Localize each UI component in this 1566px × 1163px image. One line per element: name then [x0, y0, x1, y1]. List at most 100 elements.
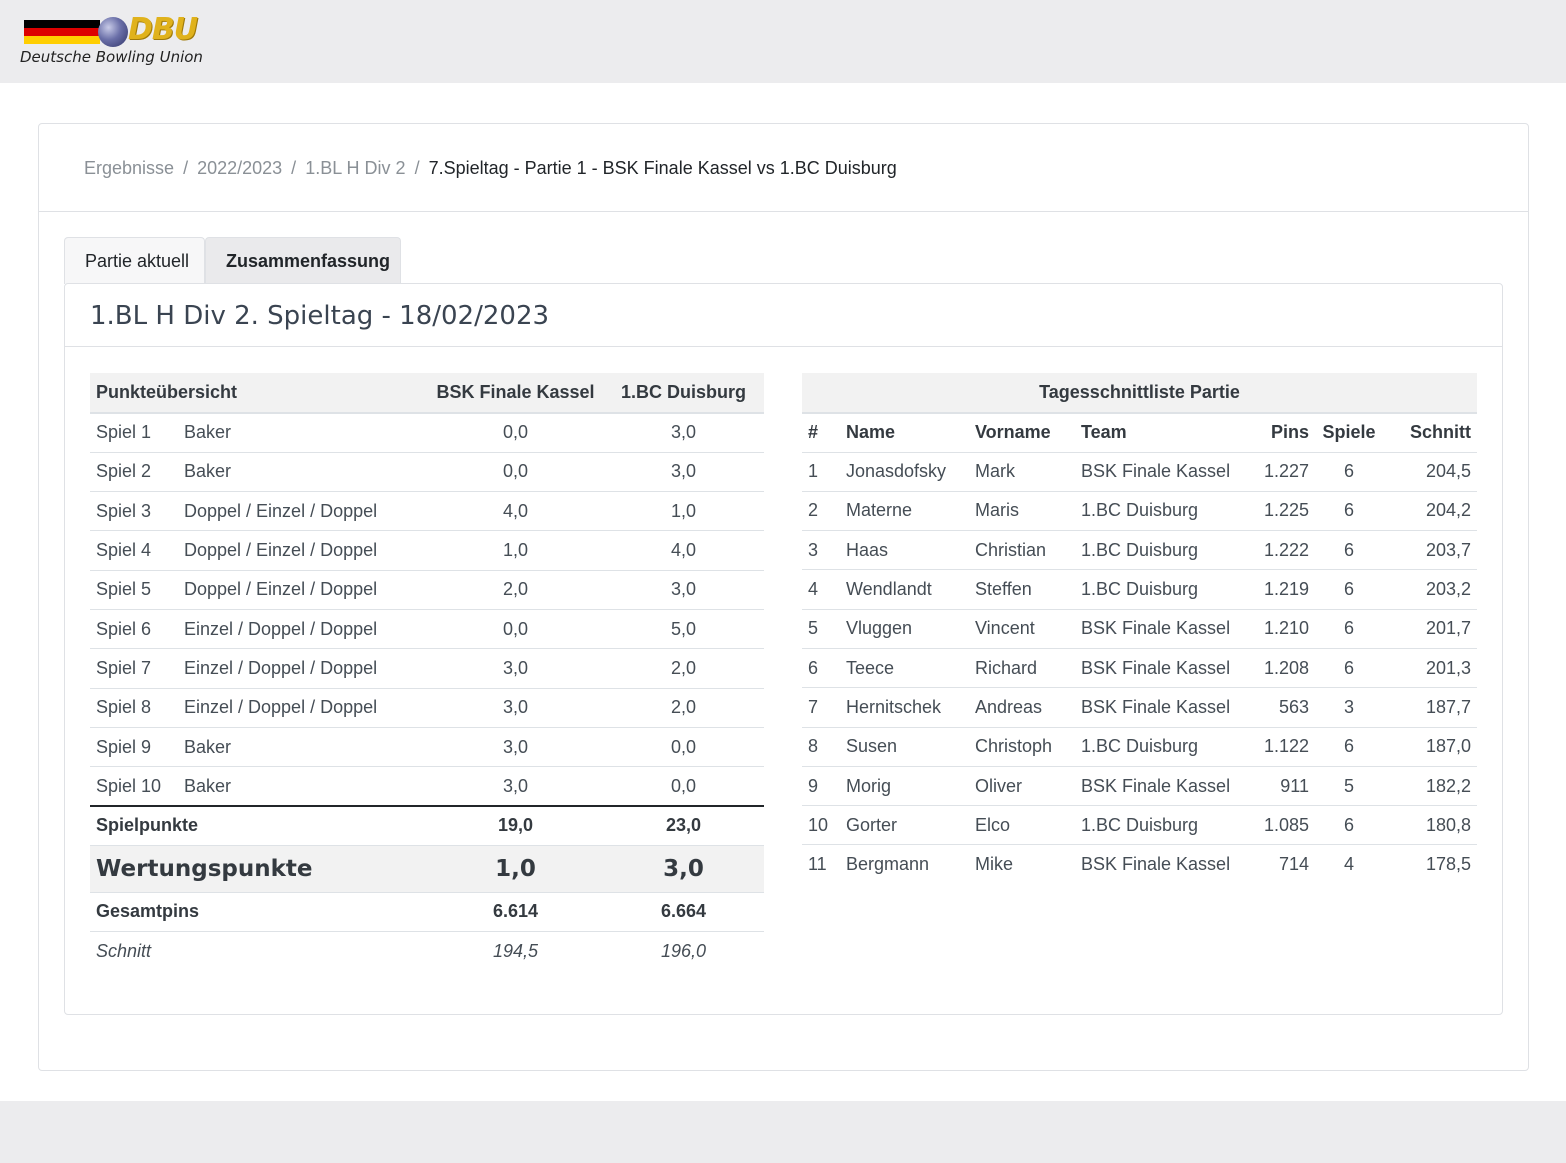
flag-stripe-black	[24, 20, 100, 28]
team1-points-cell: 0,0	[428, 608, 603, 649]
format-cell: Baker	[178, 726, 428, 767]
flag-stripe-gold	[24, 36, 100, 44]
game-cell: Spiel 5	[90, 569, 178, 610]
breadcrumb-ergebnisse[interactable]: Ergebnisse	[84, 158, 174, 178]
breadcrumb-separator: /	[291, 158, 297, 178]
player-row: 10 Gorter Elco 1.BC Duisburg 1.085 6 180,8	[802, 805, 1477, 845]
dbu-logo[interactable]: DBU Deutsche Bowling Union	[20, 12, 220, 70]
game-cell: Spiel 3	[90, 491, 178, 531]
breadcrumb-league[interactable]: 1.BL H Div 2	[305, 158, 405, 178]
average-cell: 182,2	[1383, 765, 1477, 806]
name-cell: Materne	[840, 490, 969, 531]
rank-cell: 9	[802, 765, 840, 806]
rank-cell: 10	[802, 805, 840, 845]
firstname-cell: Elco	[969, 805, 1075, 845]
averages-caption-row: Tagesschnittliste Partie	[802, 373, 1477, 414]
team2-points-cell: 4,0	[603, 530, 764, 571]
average-cell: 201,7	[1383, 608, 1477, 649]
team1-points-cell: 3,0	[428, 766, 603, 806]
wertungspunkte-team2: 3,0	[603, 844, 764, 893]
points-row: Spiel 4 Doppel / Einzel / Doppel 1,0 4,0	[90, 530, 764, 571]
schnitt-team2: 196,0	[603, 931, 764, 971]
schnitt-team1: 194,5	[428, 931, 603, 971]
average-cell: 187,7	[1383, 687, 1477, 728]
team1-points-cell: 2,0	[428, 569, 603, 610]
format-cell: Doppel / Einzel / Doppel	[178, 569, 428, 610]
firstname-cell: Christoph	[969, 726, 1075, 767]
game-cell: Spiel 6	[90, 608, 178, 649]
rank-cell: 11	[802, 844, 840, 885]
firstname-cell: Christian	[969, 530, 1075, 570]
average-cell: 204,2	[1383, 490, 1477, 531]
team2-points-cell: 0,0	[603, 726, 764, 767]
gesamtpins-row: Gesamtpins 6.614 6.664	[90, 891, 764, 932]
pins-cell: 714	[1247, 844, 1315, 885]
points-row: Spiel 6 Einzel / Doppel / Doppel 0,0 5,0	[90, 608, 764, 649]
format-cell: Baker	[184, 422, 232, 443]
results-card: Ergebnisse / 2022/2023 / 1.BL H Div 2 / 7.Spie…	[38, 123, 1529, 1071]
points-header-row: Punkteübersicht BSK Finale Kassel 1.BC D…	[90, 373, 764, 414]
breadcrumb-separator: /	[414, 158, 420, 178]
game-cell: Spiel 2	[90, 451, 178, 492]
panel-title: 1.BL H Div 2. Spieltag - 18/02/2023	[65, 284, 1502, 347]
wertungspunkte-label: Wertungspunkte	[90, 844, 428, 893]
name-cell: Gorter	[840, 805, 969, 845]
firstname-cell: Vincent	[969, 608, 1075, 649]
team-cell: 1.BC Duisburg	[1075, 726, 1247, 767]
firstname-cell: Richard	[969, 647, 1075, 688]
team2-points-cell: 5,0	[603, 608, 764, 649]
team1-points-cell: 3,0	[428, 687, 603, 728]
rank-cell: 2	[802, 490, 840, 531]
games-cell: 6	[1315, 647, 1383, 688]
pins-cell: 1.219	[1247, 569, 1315, 610]
team2-points-cell: 2,0	[603, 648, 764, 689]
team1-points-cell: 1,0	[428, 530, 603, 571]
firstname-cell: Oliver	[969, 765, 1075, 806]
game-cell: Spiel 4	[90, 530, 178, 571]
team2-points-cell: 0,0	[603, 766, 764, 806]
spielpunkte-team1: 19,0	[428, 804, 603, 846]
tab-partie-aktuell[interactable]: Partie aktuell	[64, 237, 205, 284]
game-cell: Spiel 8	[90, 687, 178, 728]
breadcrumb-season[interactable]: 2022/2023	[197, 158, 282, 178]
team2-points-cell: 2,0	[603, 687, 764, 728]
team-cell: BSK Finale Kassel	[1075, 765, 1247, 806]
name-cell: Hernitschek	[840, 687, 969, 728]
team1-points-cell: 0,0	[502, 422, 529, 443]
pins-cell: 563	[1247, 687, 1315, 728]
firstname-cell: Steffen	[969, 569, 1075, 610]
tab-zusammenfassung[interactable]: Zusammenfassung	[205, 237, 401, 284]
average-cell: 187,0	[1383, 726, 1477, 767]
average-cell: 178,5	[1383, 844, 1477, 885]
player-row: 7 Hernitschek Andreas BSK Finale Kassel 563 3…	[802, 687, 1477, 728]
firstname-cell: Mark	[969, 451, 1075, 492]
firstname-cell: Andreas	[969, 687, 1075, 728]
game-cell: Spiel 1	[96, 422, 152, 443]
pins-cell: 1.085	[1247, 805, 1315, 845]
points-row: Spiel 10 Baker 3,0 0,0	[90, 766, 764, 806]
average-cell: 204,5	[1383, 451, 1477, 492]
rank-header: #	[808, 422, 819, 443]
rank-cell: 4	[802, 569, 840, 610]
player-row: 5 Vluggen Vincent BSK Finale Kassel 1.210 6 20…	[802, 608, 1477, 649]
schnitt-label: Schnitt	[90, 931, 428, 971]
firstname-header: Vorname	[975, 422, 1051, 443]
game-cell: Spiel 7	[90, 648, 178, 689]
player-row: 2 Materne Maris 1.BC Duisburg 1.225 6 204,2	[802, 490, 1477, 531]
name-cell: Wendlandt	[840, 569, 969, 610]
points-row: Spiel 8 Einzel / Doppel / Doppel 3,0 2,0	[90, 687, 764, 728]
team1-points-cell: 4,0	[428, 491, 603, 531]
rank-cell: 5	[802, 608, 840, 649]
points-title-header: Punkteübersicht	[90, 373, 428, 414]
footer-bar	[0, 1101, 1566, 1163]
games-cell: 6	[1315, 726, 1383, 767]
points-row: Spiel 7 Einzel / Doppel / Doppel 3,0 2,0	[90, 648, 764, 689]
wertungspunkte-team1: 1,0	[428, 844, 603, 893]
average-cell: 180,8	[1383, 805, 1477, 845]
pins-cell: 911	[1247, 765, 1315, 806]
games-cell: 6	[1315, 530, 1383, 570]
player-row: 4 Wendlandt Steffen 1.BC Duisburg 1.219 6 203,…	[802, 569, 1477, 610]
pins-cell: 1.227	[1247, 451, 1315, 492]
team-cell: BSK Finale Kassel	[1075, 687, 1247, 728]
averages-caption: Tagesschnittliste Partie	[802, 373, 1477, 414]
